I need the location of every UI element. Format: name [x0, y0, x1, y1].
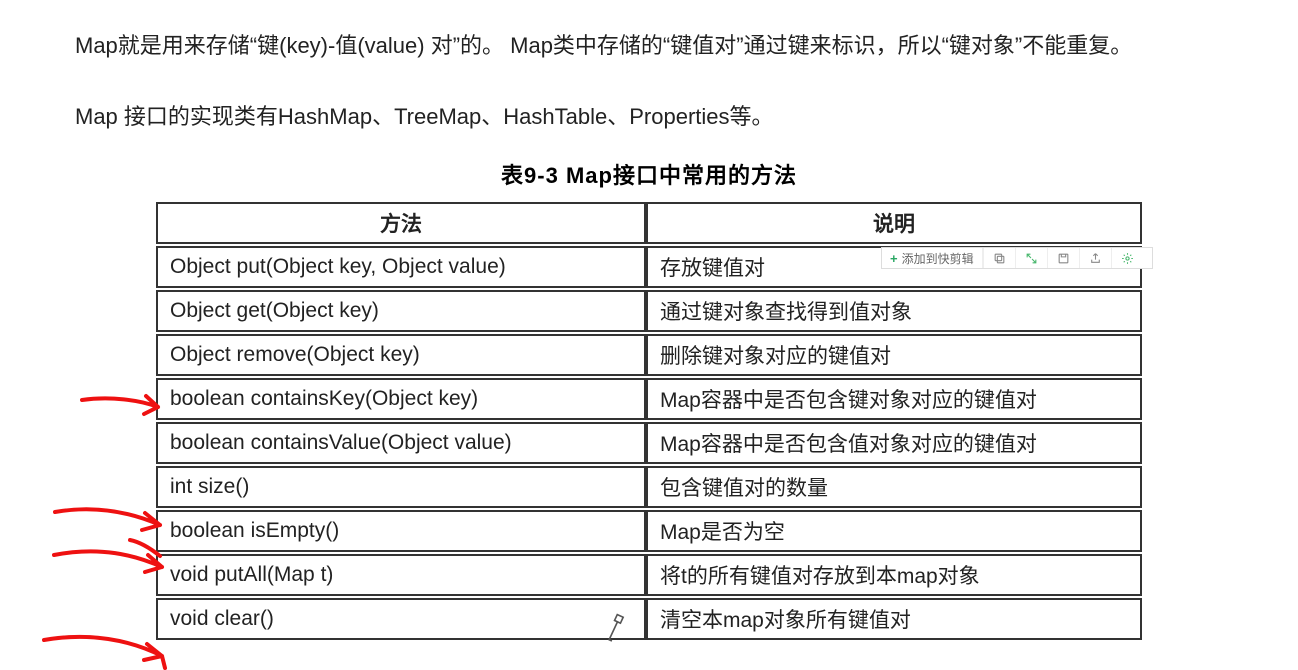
cell-method: int size(): [156, 466, 646, 508]
cell-method: Object remove(Object key): [156, 334, 646, 376]
save-icon[interactable]: [1047, 248, 1079, 268]
table-row: void putAll(Map t)将t的所有键值对存放到本map对象: [156, 554, 1142, 596]
cell-method: void clear(): [156, 598, 646, 640]
copy-icon[interactable]: [983, 248, 1015, 268]
cell-desc: 清空本map对象所有键值对: [646, 598, 1142, 640]
table-row: Object get(Object key)通过键对象查找得到值对象: [156, 290, 1142, 332]
cell-method: Object put(Object key, Object value): [156, 246, 646, 288]
floating-toolbar: + 添加到快剪辑: [881, 247, 1153, 269]
cell-desc: 将t的所有键值对存放到本map对象: [646, 554, 1142, 596]
table-header-row: 方法 说明: [156, 202, 1142, 244]
table-row: Object remove(Object key)删除键对象对应的键值对: [156, 334, 1142, 376]
settings-icon[interactable]: [1111, 248, 1143, 268]
share-icon[interactable]: [1079, 248, 1111, 268]
cell-desc: 删除键对象对应的键值对: [646, 334, 1142, 376]
plus-icon: +: [890, 251, 898, 266]
cell-method: Object get(Object key): [156, 290, 646, 332]
cell-method: boolean containsKey(Object key): [156, 378, 646, 420]
table-row: int size()包含键值对的数量: [156, 466, 1142, 508]
cell-method: void putAll(Map t): [156, 554, 646, 596]
cell-desc: 包含键值对的数量: [646, 466, 1142, 508]
add-quick-clip-button[interactable]: + 添加到快剪辑: [882, 248, 983, 268]
th-desc: 说明: [646, 202, 1142, 244]
expand-icon[interactable]: [1015, 248, 1047, 268]
cell-method: boolean isEmpty(): [156, 510, 646, 552]
table-row: boolean containsValue(Object value)Map容器…: [156, 422, 1142, 464]
cell-desc: Map是否为空: [646, 510, 1142, 552]
cell-desc: Map容器中是否包含键对象对应的键值对: [646, 378, 1142, 420]
table-caption: 表9-3 Map接口中常用的方法: [20, 158, 1278, 190]
add-label: 添加到快剪辑: [902, 250, 974, 267]
cell-desc: 通过键对象查找得到值对象: [646, 290, 1142, 332]
cell-method: boolean containsValue(Object value): [156, 422, 646, 464]
table-row: void clear()清空本map对象所有键值对: [156, 598, 1142, 640]
cell-desc: Map容器中是否包含值对象对应的键值对: [646, 422, 1142, 464]
paragraph-2: Map 接口的实现类有HashMap、TreeMap、HashTable、Pro…: [20, 91, 1278, 144]
th-method: 方法: [156, 202, 646, 244]
table-row: boolean isEmpty()Map是否为空: [156, 510, 1142, 552]
paragraph-1: Map就是用来存储“键(key)-值(value) 对”的。 Map类中存储的“…: [20, 20, 1278, 73]
table-row: boolean containsKey(Object key)Map容器中是否包…: [156, 378, 1142, 420]
